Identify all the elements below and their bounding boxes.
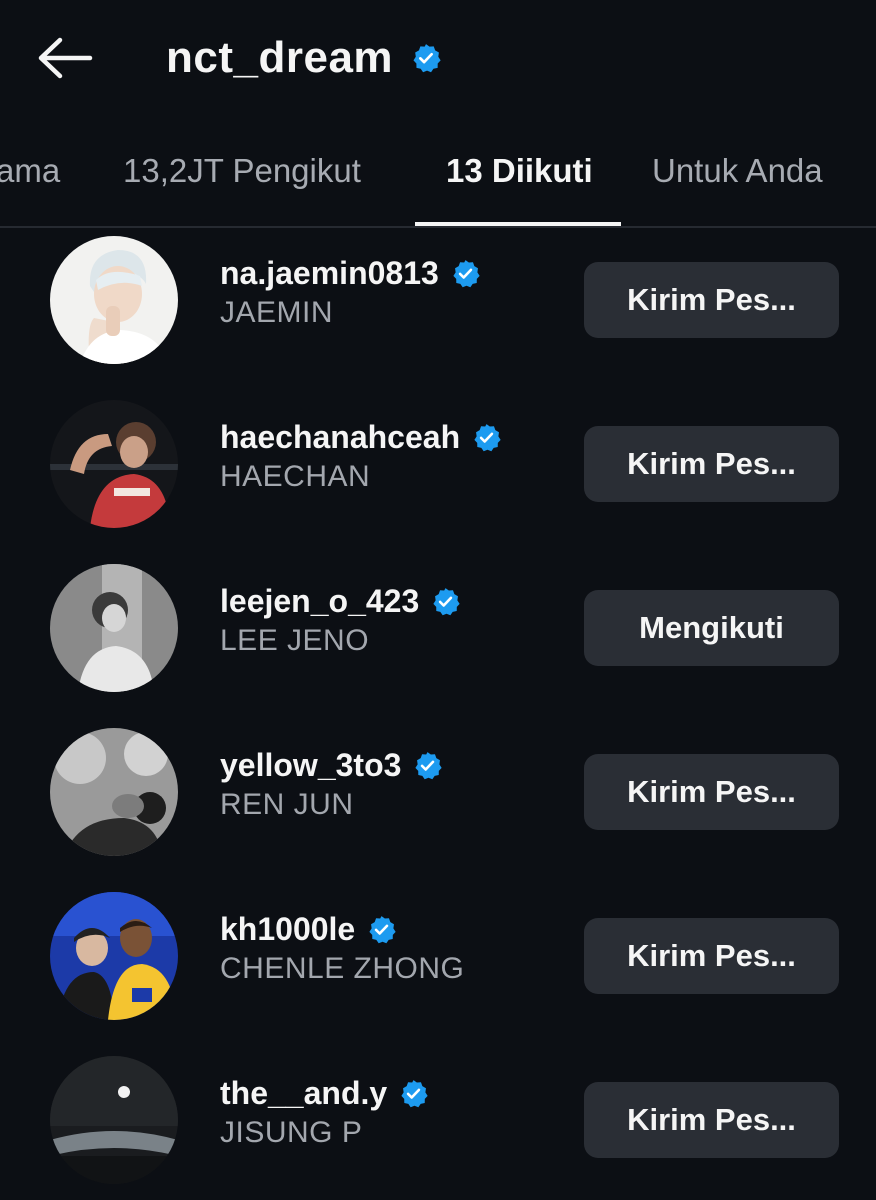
verified-badge-icon (451, 259, 480, 288)
message-button[interactable]: Kirim Pes... (584, 1082, 839, 1158)
display-name: LEE JENO (220, 624, 370, 657)
display-name: CHENLE ZHONG (220, 952, 465, 985)
message-button[interactable]: Kirim Pes... (584, 918, 839, 994)
avatar[interactable] (50, 1056, 178, 1184)
page-title: nct_dream (166, 33, 394, 82)
list-item: leejen_o_423 LEE JENO Mengikuti (0, 558, 876, 722)
list-item: haechanahceah HAECHAN Kirim Pes... (0, 394, 876, 558)
avatar[interactable] (50, 892, 178, 1020)
user-info: the__and.y JISUNG P (220, 1072, 428, 1150)
username[interactable]: haechanahceah (220, 419, 460, 456)
message-button[interactable]: Kirim Pes... (584, 262, 839, 338)
verified-badge-icon (411, 43, 441, 73)
verified-badge-icon (472, 423, 501, 452)
list-item: na.jaemin0813 JAEMIN Kirim Pes... (0, 230, 876, 394)
display-name: HAECHAN (220, 460, 371, 493)
tab-following[interactable]: 13 Diikuti (446, 152, 593, 190)
username[interactable]: yellow_3to3 (220, 747, 401, 784)
top-bar: nct_dream (0, 0, 876, 115)
verified-badge-icon (413, 751, 442, 780)
tab-followers[interactable]: 13,2JT Pengikut (123, 152, 361, 190)
username[interactable]: kh1000le (220, 911, 355, 948)
list-item: yellow_3to3 REN JUN Kirim Pes... (0, 722, 876, 886)
tab-for-you[interactable]: Untuk Anda (652, 152, 823, 190)
avatar[interactable] (50, 400, 178, 528)
username[interactable]: the__and.y (220, 1075, 387, 1112)
display-name: JAEMIN (220, 296, 334, 329)
tab-bar: ama 13,2JT Pengikut 13 Diikuti Untuk And… (0, 130, 876, 228)
user-info: yellow_3to3 REN JUN (220, 744, 442, 822)
display-name: REN JUN (220, 788, 354, 821)
following-button[interactable]: Mengikuti (584, 590, 839, 666)
list-item: kh1000le CHENLE ZHONG Kirim Pes... (0, 886, 876, 1050)
user-info: kh1000le CHENLE ZHONG (220, 908, 464, 986)
user-info: na.jaemin0813 JAEMIN (220, 252, 480, 330)
back-arrow-icon[interactable] (36, 36, 94, 80)
active-tab-indicator (415, 222, 621, 226)
username[interactable]: leejen_o_423 (220, 583, 419, 620)
message-button[interactable]: Kirim Pes... (584, 426, 839, 502)
verified-badge-icon (431, 587, 460, 616)
verified-badge-icon (399, 1079, 428, 1108)
user-info: leejen_o_423 LEE JENO (220, 580, 460, 658)
verified-badge-icon (367, 915, 396, 944)
username[interactable]: na.jaemin0813 (220, 255, 439, 292)
profile-title: nct_dream (166, 28, 441, 88)
display-name: JISUNG P (220, 1116, 363, 1149)
avatar[interactable] (50, 236, 178, 364)
message-button[interactable]: Kirim Pes... (584, 754, 839, 830)
user-info: haechanahceah HAECHAN (220, 416, 501, 494)
avatar[interactable] (50, 564, 178, 692)
avatar[interactable] (50, 728, 178, 856)
tab-mutual[interactable]: ama (0, 152, 60, 190)
list-item: the__and.y JISUNG P Kirim Pes... (0, 1050, 876, 1200)
